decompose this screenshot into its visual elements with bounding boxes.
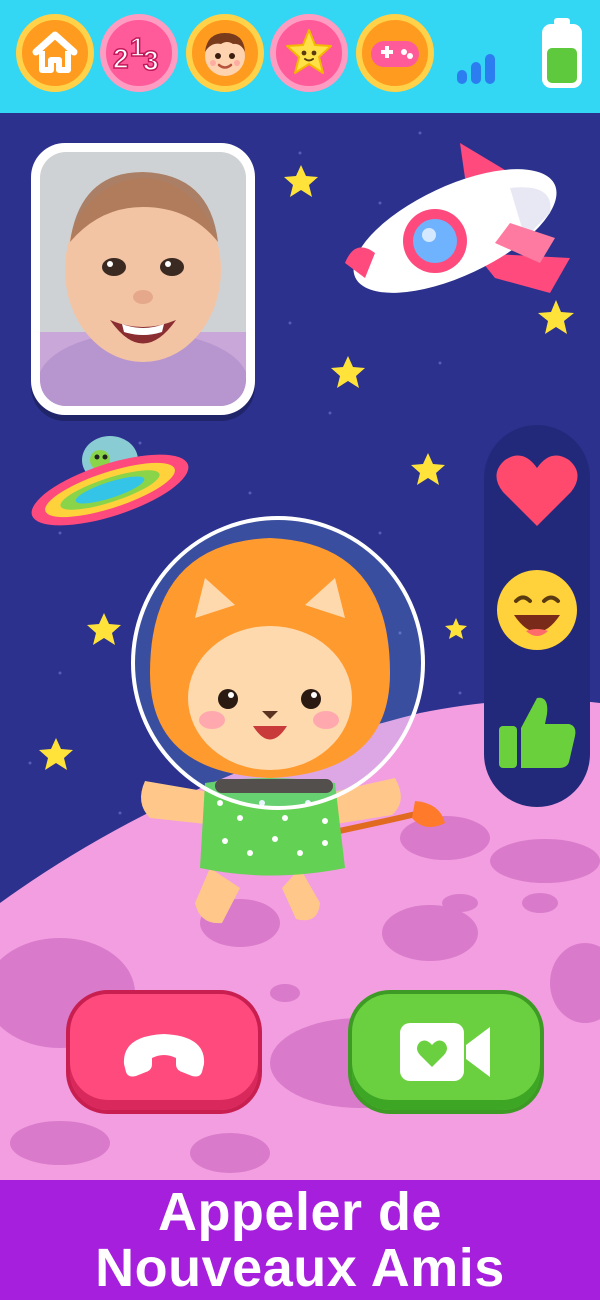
numbers-123-icon: 2 1 3 (112, 31, 159, 77)
signal-bars-icon (457, 54, 495, 84)
laughing-emoji-icon (497, 570, 577, 650)
numbers-button[interactable]: 2 1 3 (100, 14, 178, 92)
video-call-heart-icon (400, 1023, 490, 1081)
svg-text:2: 2 (113, 43, 129, 74)
caption-line-2: Nouveaux Amis (95, 1238, 505, 1298)
svg-text:3: 3 (143, 45, 159, 76)
smile-reaction-button[interactable] (494, 567, 580, 653)
like-reaction-button[interactable] (494, 689, 580, 775)
smiling-star-icon (286, 29, 332, 74)
hang-up-button[interactable] (66, 990, 262, 1114)
video-call-button[interactable] (348, 990, 544, 1114)
call-scene (0, 113, 600, 1180)
caption-banner: Appeler de Nouveaux Amis (0, 1180, 600, 1300)
battery-icon (542, 18, 582, 88)
home-button[interactable] (16, 14, 94, 92)
boy-face-icon (205, 33, 245, 76)
star-button[interactable] (270, 14, 348, 92)
hang-up-phone-icon (123, 1034, 205, 1077)
top-nav-bar: 2 1 3 (0, 0, 600, 113)
thumbs-up-icon (499, 697, 576, 768)
caller-photo-frame (31, 143, 255, 415)
home-icon (32, 31, 78, 73)
baby-photo (40, 152, 246, 406)
gamepad-icon (371, 41, 419, 67)
games-button[interactable] (356, 14, 434, 92)
reactions-panel (484, 425, 590, 807)
caption-line-1: Appeler de (157, 1182, 443, 1242)
caption-text: Appeler de Nouveaux Amis (95, 1184, 505, 1296)
heart-reaction-button[interactable] (494, 447, 580, 533)
heart-icon (496, 455, 578, 526)
boy-button[interactable] (186, 14, 264, 92)
